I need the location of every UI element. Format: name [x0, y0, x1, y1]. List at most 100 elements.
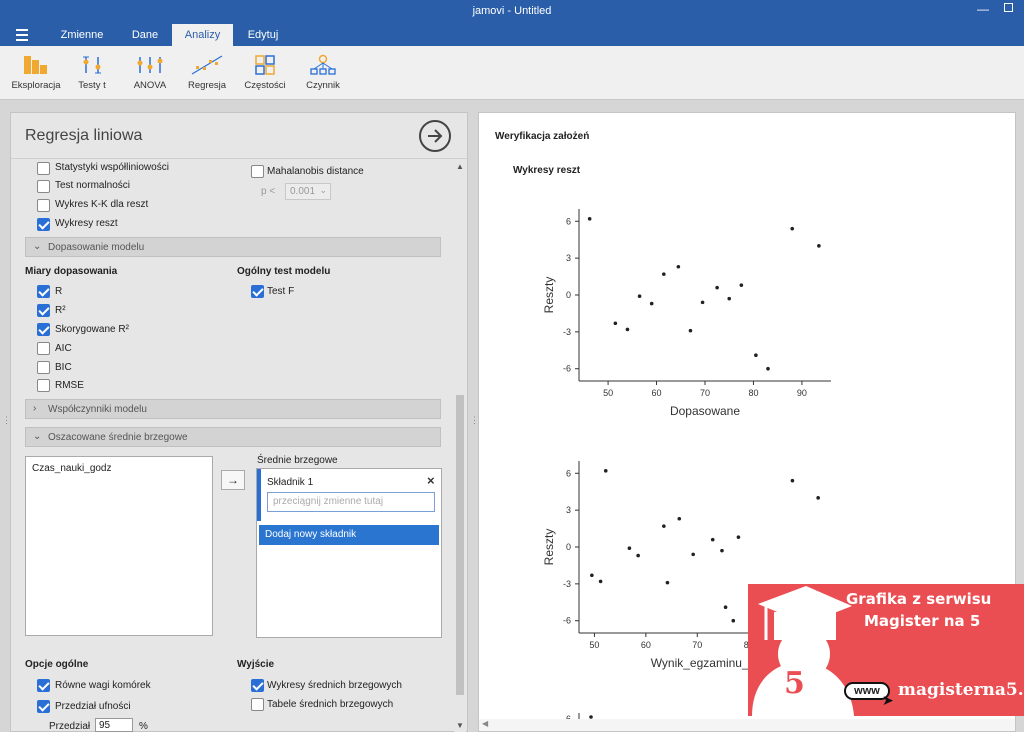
section-coefficients[interactable]: › Współczynniki modelu: [25, 399, 441, 419]
term-card: Składnik 1 × przeciągnij zmienne tutaj: [257, 469, 441, 521]
confidence-interval-checkbox[interactable]: [37, 700, 50, 713]
data-point: [662, 524, 666, 528]
scroll-left-icon[interactable]: ◀: [482, 719, 488, 728]
tab-analizy[interactable]: Analizy: [172, 24, 233, 46]
data-point: [677, 516, 682, 521]
data-point: [727, 296, 732, 301]
residual-plots-checkbox[interactable]: [37, 218, 50, 231]
marginal-tables-label: Tabele średnich brzegowych: [267, 699, 394, 710]
data-point: [603, 469, 608, 473]
interval-label: Przedział: [49, 721, 91, 732]
ribbon-button-anova[interactable]: ANOVA: [126, 54, 174, 91]
fit-measures-title: Miary dopasowania: [25, 266, 118, 277]
section-marginal-means[interactable]: ⌄ Oszacowane średnie brzegowe: [25, 427, 441, 447]
options-scrollbar[interactable]: ▲ ▼: [454, 160, 466, 732]
data-point: [649, 301, 654, 306]
mahalanobis-label: Mahalanobis distance: [267, 166, 364, 177]
ribbon-label: ANOVA: [133, 80, 167, 91]
title-bar: jamovi - Untitled —: [0, 0, 1024, 24]
left-edge-handle[interactable]: ⋮: [2, 415, 11, 426]
banner-site: magisterna5.pl: [898, 680, 1024, 700]
interval-input[interactable]: 95: [95, 718, 133, 732]
marginal-tables-checkbox[interactable]: [251, 698, 264, 711]
data-point: [613, 321, 618, 326]
p-threshold-label: p <: [261, 186, 276, 197]
x-axis-label: Dopasowane: [670, 404, 740, 418]
tab-edytuj[interactable]: Edytuj: [238, 24, 288, 46]
x-tick-label: 80: [748, 388, 758, 398]
y-axis-label: Reszty: [542, 277, 556, 314]
add-term-button[interactable]: Dodaj nowy składnik: [259, 525, 439, 545]
p-threshold-select[interactable]: 0.001 ⌄: [285, 183, 331, 200]
normality-checkbox[interactable]: [37, 180, 50, 193]
adj-r2-checkbox[interactable]: [37, 323, 50, 336]
y-tick-label: -3: [563, 579, 571, 589]
close-icon[interactable]: ×: [427, 473, 435, 488]
panel-title: Regresja liniowa: [25, 127, 143, 144]
ribbon-button-regresja[interactable]: Regresja: [184, 54, 230, 91]
available-variables-list[interactable]: Czas_nauki_godz: [25, 456, 213, 636]
section-model-fit[interactable]: ⌄ Dopasowanie modelu: [25, 237, 441, 257]
y-tick-label: -6: [563, 616, 571, 626]
t-test-icon: [83, 56, 101, 74]
section-coefficients-label: Współczynniki modelu: [48, 404, 147, 415]
analysis-options-panel: Regresja liniowa Statystyki współliniowo…: [10, 112, 468, 732]
equal-weights-checkbox[interactable]: [37, 679, 50, 692]
data-point: [736, 535, 741, 539]
cursor-icon: ➤: [882, 692, 894, 708]
ribbon-label: Czynnik: [306, 80, 340, 91]
x-axis-label: Wynik_egzaminu_pr: [651, 656, 760, 670]
maximize-icon[interactable]: [1004, 3, 1013, 12]
ribbon-button-czynnik[interactable]: Czynnik: [302, 54, 344, 91]
data-point: [637, 294, 642, 299]
scroll-down-icon[interactable]: ▼: [456, 721, 464, 730]
y-tick-label: -3: [563, 327, 571, 337]
menu-icon[interactable]: [16, 29, 28, 41]
x-tick-label: 90: [797, 388, 807, 398]
marginal-plots-checkbox[interactable]: [251, 679, 264, 692]
data-point: [731, 618, 736, 623]
list-item[interactable]: Czas_nauki_godz: [32, 463, 112, 474]
drop-variables-field[interactable]: przeciągnij zmienne tutaj: [267, 492, 435, 512]
scrollbar-thumb[interactable]: [456, 395, 464, 695]
marginal-means-box[interactable]: Składnik 1 × przeciągnij zmienne tutaj D…: [256, 468, 442, 638]
move-variable-button[interactable]: →: [221, 470, 245, 490]
y-tick-label: 3: [566, 253, 571, 263]
tab-zmienne[interactable]: Zmienne: [52, 24, 112, 46]
f-test-checkbox[interactable]: [251, 285, 264, 298]
bar-chart-icon: [24, 56, 47, 74]
bic-checkbox[interactable]: [37, 361, 50, 374]
tab-dane[interactable]: Dane: [120, 24, 170, 46]
scroll-up-icon[interactable]: ▲: [456, 162, 464, 171]
equal-weights-label: Równe wagi komórek: [55, 680, 151, 691]
www-label: www: [854, 685, 880, 697]
ribbon-button-testy-t[interactable]: Testy t: [70, 54, 114, 91]
add-term-label: Dodaj nowy składnik: [265, 529, 357, 540]
rmse-checkbox[interactable]: [37, 379, 50, 392]
ribbon-button-czestosci[interactable]: Częstości: [240, 54, 290, 91]
aic-checkbox[interactable]: [37, 342, 50, 355]
go-to-results-button[interactable]: [419, 120, 451, 152]
normality-label: Test normalności: [55, 180, 131, 191]
r-checkbox[interactable]: [37, 285, 50, 298]
watermark-banner: Grafika z serwisu Magister na 5 5 www ➤ …: [748, 584, 1024, 716]
r2-checkbox[interactable]: [37, 304, 50, 317]
aic-label: AIC: [55, 343, 72, 354]
mahalanobis-checkbox[interactable]: [251, 165, 264, 178]
section-marginal-means-label: Oszacowane średnie brzegowe: [48, 432, 188, 443]
data-point: [720, 548, 724, 553]
drop-variables-placeholder: przeciągnij zmienne tutaj: [273, 496, 384, 507]
data-point: [817, 244, 821, 248]
ribbon-button-eksploracja[interactable]: Eksploracja: [10, 54, 62, 91]
results-hscroll[interactable]: ◀: [479, 719, 1015, 731]
regression-icon: [191, 55, 223, 75]
minimize-icon[interactable]: —: [977, 2, 989, 16]
x-tick-label: 50: [603, 388, 613, 398]
factor-icon: [310, 54, 336, 75]
ribbon-label: Częstości: [244, 80, 286, 91]
data-point: [723, 605, 728, 609]
panel-splitter[interactable]: ⋮: [470, 415, 479, 426]
collinearity-checkbox[interactable]: [37, 162, 50, 175]
qq-plot-checkbox[interactable]: [37, 199, 50, 212]
data-point: [739, 283, 744, 287]
